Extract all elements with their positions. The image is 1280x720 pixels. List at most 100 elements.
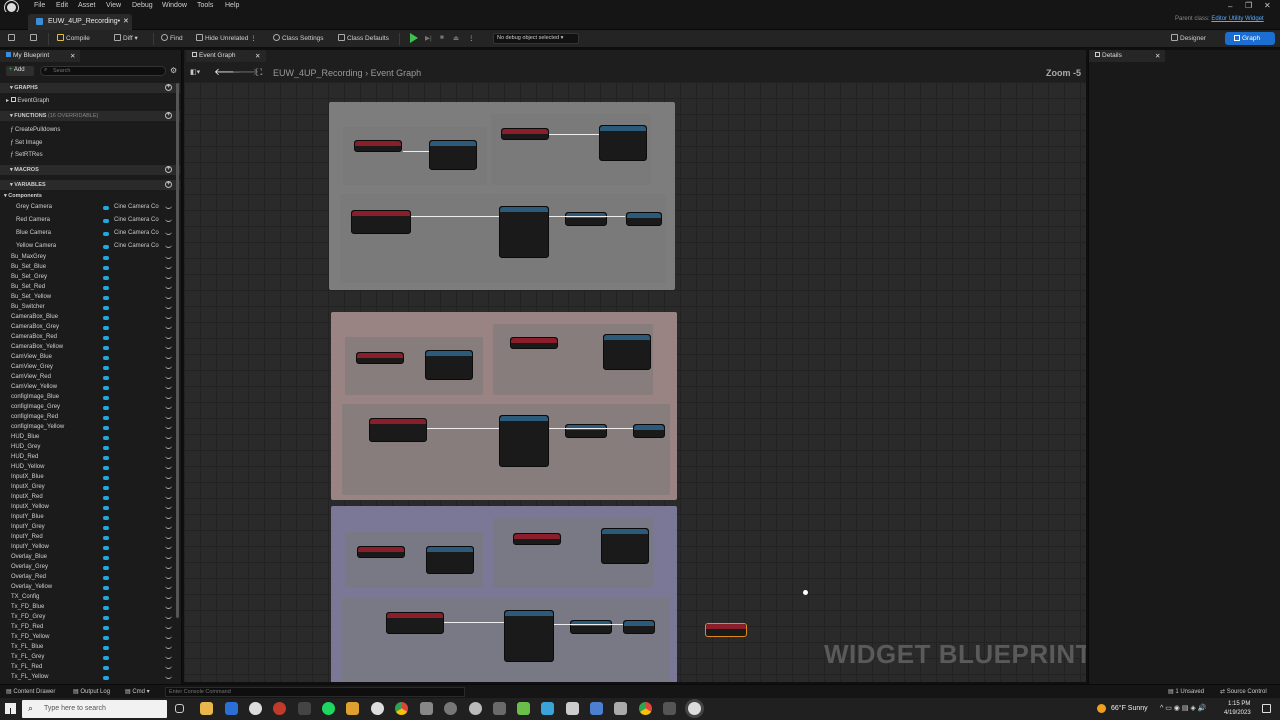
source-control-button[interactable]: ⇄ Source Control	[1220, 688, 1267, 695]
add-variable-icon[interactable]: +	[165, 181, 172, 188]
eye-icon[interactable]	[165, 395, 172, 399]
variable-item[interactable]: CamView_Blue	[11, 354, 52, 360]
variable-item[interactable]: Bu_MaxGrey	[11, 254, 46, 260]
eye-icon[interactable]	[165, 535, 172, 539]
app-icon[interactable]	[444, 702, 457, 715]
components-category[interactable]: ▾ Components	[4, 193, 42, 199]
section-macros[interactable]: ▾ MACROS +	[0, 165, 180, 175]
variable-item[interactable]: TX_Config	[11, 594, 39, 600]
eye-icon[interactable]	[165, 465, 172, 469]
graph-node[interactable]	[570, 620, 612, 634]
close-window-icon[interactable]: ✕	[1264, 1, 1271, 10]
graph-button[interactable]: Graph	[1225, 32, 1275, 45]
graph-node[interactable]	[599, 125, 647, 161]
variable-item[interactable]: CameraBox_Yellow	[11, 344, 63, 350]
eye-icon[interactable]	[165, 475, 172, 479]
hide-unrelated-button[interactable]: Hide Unrelated ⋮	[196, 34, 257, 42]
variable-item[interactable]: CamView_Yellow	[11, 384, 57, 390]
eye-icon[interactable]	[165, 355, 172, 359]
variable-item[interactable]: Bu_Set_Grey	[11, 274, 47, 280]
eye-icon[interactable]	[165, 565, 172, 569]
eye-icon[interactable]	[165, 485, 172, 489]
chrome-icon[interactable]	[639, 702, 652, 715]
variable-item[interactable]: Tx_FL_Red	[11, 664, 42, 670]
app-icon[interactable]	[566, 702, 579, 715]
class-defaults-button[interactable]: Class Defaults	[338, 34, 389, 42]
variable-item[interactable]: Bu_Switcher	[11, 304, 45, 310]
variable-item[interactable]: InputY_Red	[11, 534, 43, 540]
eye-icon[interactable]	[165, 305, 172, 309]
eye-icon[interactable]	[165, 665, 172, 669]
eye-icon[interactable]	[165, 625, 172, 629]
add-button[interactable]: + Add	[6, 66, 34, 76]
graph-node[interactable]	[510, 337, 558, 349]
component-item[interactable]: Red Camera	[16, 217, 50, 223]
eye-icon[interactable]	[165, 218, 172, 222]
menu-debug[interactable]: Debug	[132, 2, 153, 9]
eye-icon[interactable]	[165, 525, 172, 529]
variable-item[interactable]: Tx_FD_Blue	[11, 604, 44, 610]
app-icon[interactable]	[493, 702, 506, 715]
graph-node[interactable]	[356, 352, 404, 364]
app-icon[interactable]	[249, 702, 262, 715]
graph-item-eventgraph[interactable]: ▸ EventGraph	[6, 97, 49, 104]
function-item[interactable]: ƒ SetRTRes	[10, 152, 43, 158]
tray-icons[interactable]: ^ ▭ ◉ ▤ ◈ 🔊	[1160, 704, 1206, 712]
graph-node[interactable]	[429, 140, 477, 170]
variable-item[interactable]: HUD_Grey	[11, 444, 40, 450]
spotify-icon[interactable]	[322, 702, 335, 715]
step-icon[interactable]: ▶|	[425, 34, 432, 42]
variable-item[interactable]: InputX_Blue	[11, 474, 44, 480]
variable-item[interactable]: CameraBox_Blue	[11, 314, 58, 320]
eye-icon[interactable]	[165, 325, 172, 329]
class-settings-button[interactable]: Class Settings	[273, 34, 324, 42]
graph-node[interactable]	[357, 546, 405, 558]
forward-arrow-icon[interactable]: 🡒	[232, 66, 259, 78]
menu-help[interactable]: Help	[225, 2, 239, 9]
save-icon[interactable]	[8, 34, 17, 42]
app-icon[interactable]	[225, 702, 238, 715]
function-item[interactable]: ƒ Set Image	[10, 140, 42, 146]
graph-node[interactable]	[623, 620, 655, 634]
graph-node[interactable]	[426, 546, 474, 574]
app-icon[interactable]	[517, 702, 530, 715]
breadcrumb-root[interactable]: EUW_4UP_Recording	[273, 68, 363, 78]
eye-icon[interactable]	[165, 635, 172, 639]
eye-icon[interactable]	[165, 205, 172, 209]
content-drawer-button[interactable]: ▤ Content Drawer	[6, 688, 55, 695]
function-item[interactable]: ƒ CreatePulldowns	[10, 127, 60, 133]
eye-icon[interactable]	[165, 375, 172, 379]
variable-item[interactable]: InputY_Yellow	[11, 544, 49, 550]
taskbar-search[interactable]: ⌕ Type here to search	[22, 700, 167, 718]
app-icon[interactable]	[371, 702, 384, 715]
chrome-icon[interactable]	[395, 702, 408, 715]
console-input[interactable]	[165, 687, 465, 697]
graph-node[interactable]	[633, 424, 665, 438]
graph-node[interactable]	[369, 418, 427, 442]
eye-icon[interactable]	[165, 385, 172, 389]
app-icon[interactable]	[590, 702, 603, 715]
component-item[interactable]: Yellow Camera	[16, 243, 56, 249]
comment-box-grey[interactable]	[329, 102, 675, 290]
variable-item[interactable]: configImage_Red	[11, 414, 58, 420]
graph-node[interactable]	[504, 610, 554, 662]
document-tab[interactable]: EUW_4UP_Recording• ✕	[28, 14, 132, 30]
app-icon[interactable]	[469, 702, 482, 715]
eye-icon[interactable]	[165, 244, 172, 248]
variable-item[interactable]: HUD_Yellow	[11, 464, 44, 470]
stop-icon[interactable]: ■	[440, 34, 444, 41]
menu-view[interactable]: View	[106, 2, 121, 9]
eye-icon[interactable]	[165, 495, 172, 499]
variable-item[interactable]: InputX_Red	[11, 494, 43, 500]
eye-icon[interactable]	[165, 315, 172, 319]
comment-box-blue[interactable]	[331, 506, 677, 682]
eject-icon[interactable]: ⏏	[453, 34, 459, 42]
eye-icon[interactable]	[165, 265, 172, 269]
eye-icon[interactable]	[165, 231, 172, 235]
variable-item[interactable]: Overlay_Red	[11, 574, 46, 580]
close-event-graph-icon[interactable]: ✕	[255, 52, 260, 60]
variable-item[interactable]: Tx_FL_Yellow	[11, 674, 48, 680]
component-item[interactable]: Blue Camera	[16, 230, 51, 236]
maximize-icon[interactable]: ❐	[1245, 1, 1252, 10]
file-explorer-icon[interactable]	[200, 702, 213, 715]
